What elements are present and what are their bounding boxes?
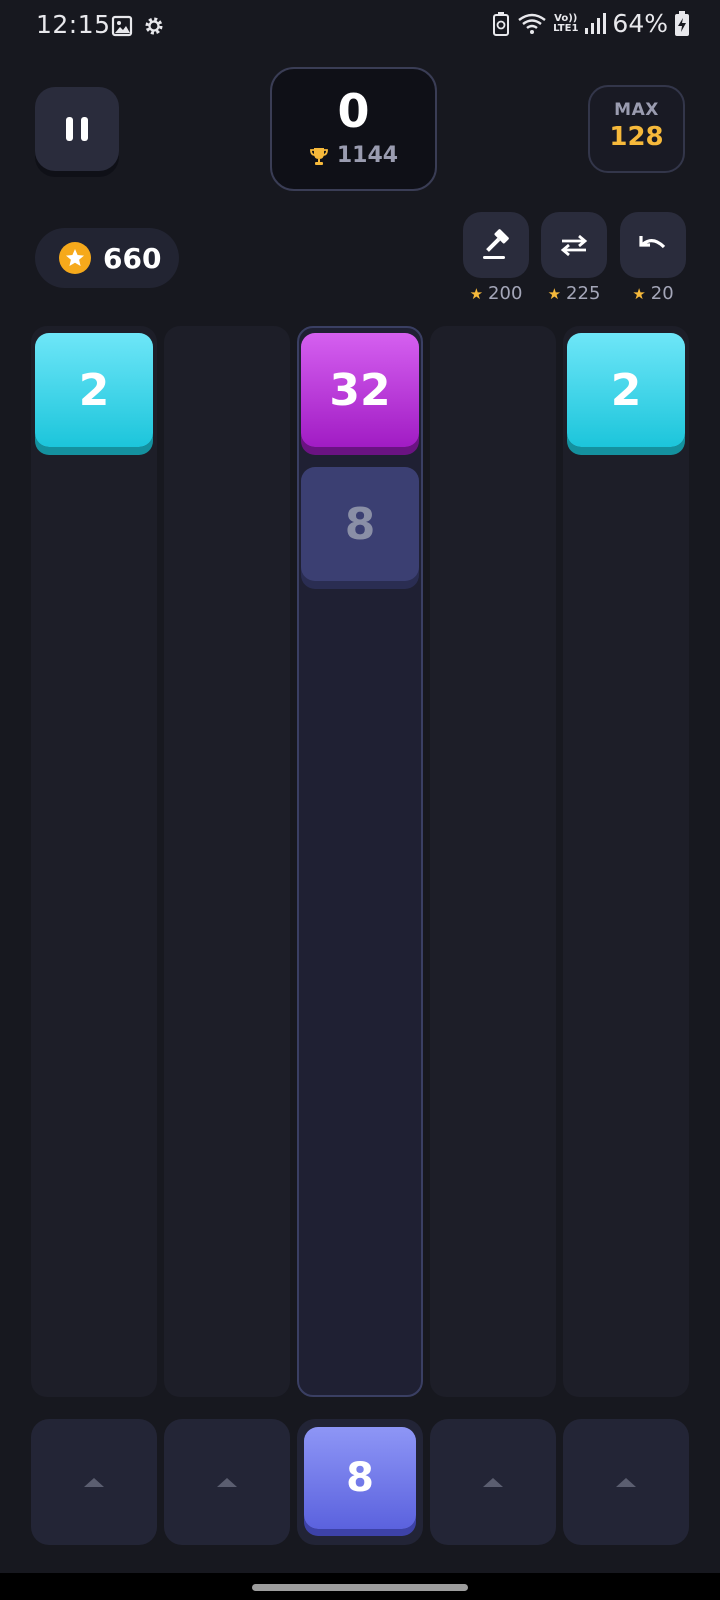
max-value: 128 [609,122,664,152]
swap-button[interactable] [541,212,607,278]
arrow-up-icon [616,1477,636,1487]
board-column-1[interactable] [31,326,157,1397]
drop-column-5-button[interactable] [563,1419,689,1545]
battery-percent: 64% [612,9,668,38]
signal-icon [585,12,607,34]
tile-column-3: 32 [301,333,419,447]
tile-column-5: 2 [567,333,685,447]
hammer-button[interactable] [463,212,529,278]
battery-charging-icon [675,10,689,36]
volte-label: Vo)) [554,12,578,24]
home-indicator[interactable] [252,1584,468,1591]
status-bar: 12:15 Vo)) LTE1 64% [0,0,720,54]
undo-cost: ★ 20 [613,283,693,304]
small-star-icon: ★ [632,284,646,303]
board-column-4[interactable] [430,326,556,1397]
drop-preview-tile: 8 [301,467,419,581]
drop-column-1-button[interactable] [31,1419,157,1545]
swap-cost: ★ 225 [534,283,614,304]
best-score-row: 1144 [272,143,435,168]
pause-icon-bar [81,117,88,141]
battery-saver-icon [493,11,510,36]
trophy-icon [309,147,328,165]
undo-icon [639,236,666,249]
undo-cost-value: 20 [650,283,674,304]
status-time: 12:15 [36,10,111,39]
small-star-icon: ★ [469,284,484,303]
pause-icon [66,117,73,141]
coin-balance[interactable]: 660 [35,228,179,288]
arrow-up-icon [217,1477,237,1487]
board-column-2[interactable] [164,326,290,1397]
arrow-up-icon [483,1477,503,1487]
network-type: Vo)) LTE1 [553,12,579,34]
score-panel: 0 1144 [270,67,437,191]
status-right-group: Vo)) LTE1 64% [491,9,690,38]
small-star-icon: ★ [547,284,562,303]
max-label: MAX [614,100,659,120]
arrow-up-icon [84,1477,104,1487]
settings-gear-icon [145,17,163,35]
game-screen: 12:15 Vo)) LTE1 64% 0 1144 MAX 128 660 ★… [0,0,720,1600]
pause-button[interactable] [35,87,119,171]
hammer-cost: ★ 200 [456,283,536,304]
next-tile[interactable]: 8 [304,1427,416,1529]
swap-icon [560,234,588,257]
drop-column-2-button[interactable] [164,1419,290,1545]
wifi-icon [518,13,546,34]
current-score: 0 [337,84,370,138]
tile-column-1: 2 [35,333,153,447]
board-column-5[interactable] [563,326,689,1397]
coin-count: 660 [103,241,162,275]
gallery-icon [111,15,133,37]
max-tile-panel: MAX 128 [588,85,685,173]
star-coin-icon [59,242,91,274]
lte-label: LTE1 [553,22,579,34]
drop-column-4-button[interactable] [430,1419,556,1545]
hammer-icon [483,229,509,259]
swap-cost-value: 225 [566,283,601,304]
undo-button[interactable] [620,212,686,278]
hammer-cost-value: 200 [488,283,523,304]
best-score: 1144 [336,143,399,168]
